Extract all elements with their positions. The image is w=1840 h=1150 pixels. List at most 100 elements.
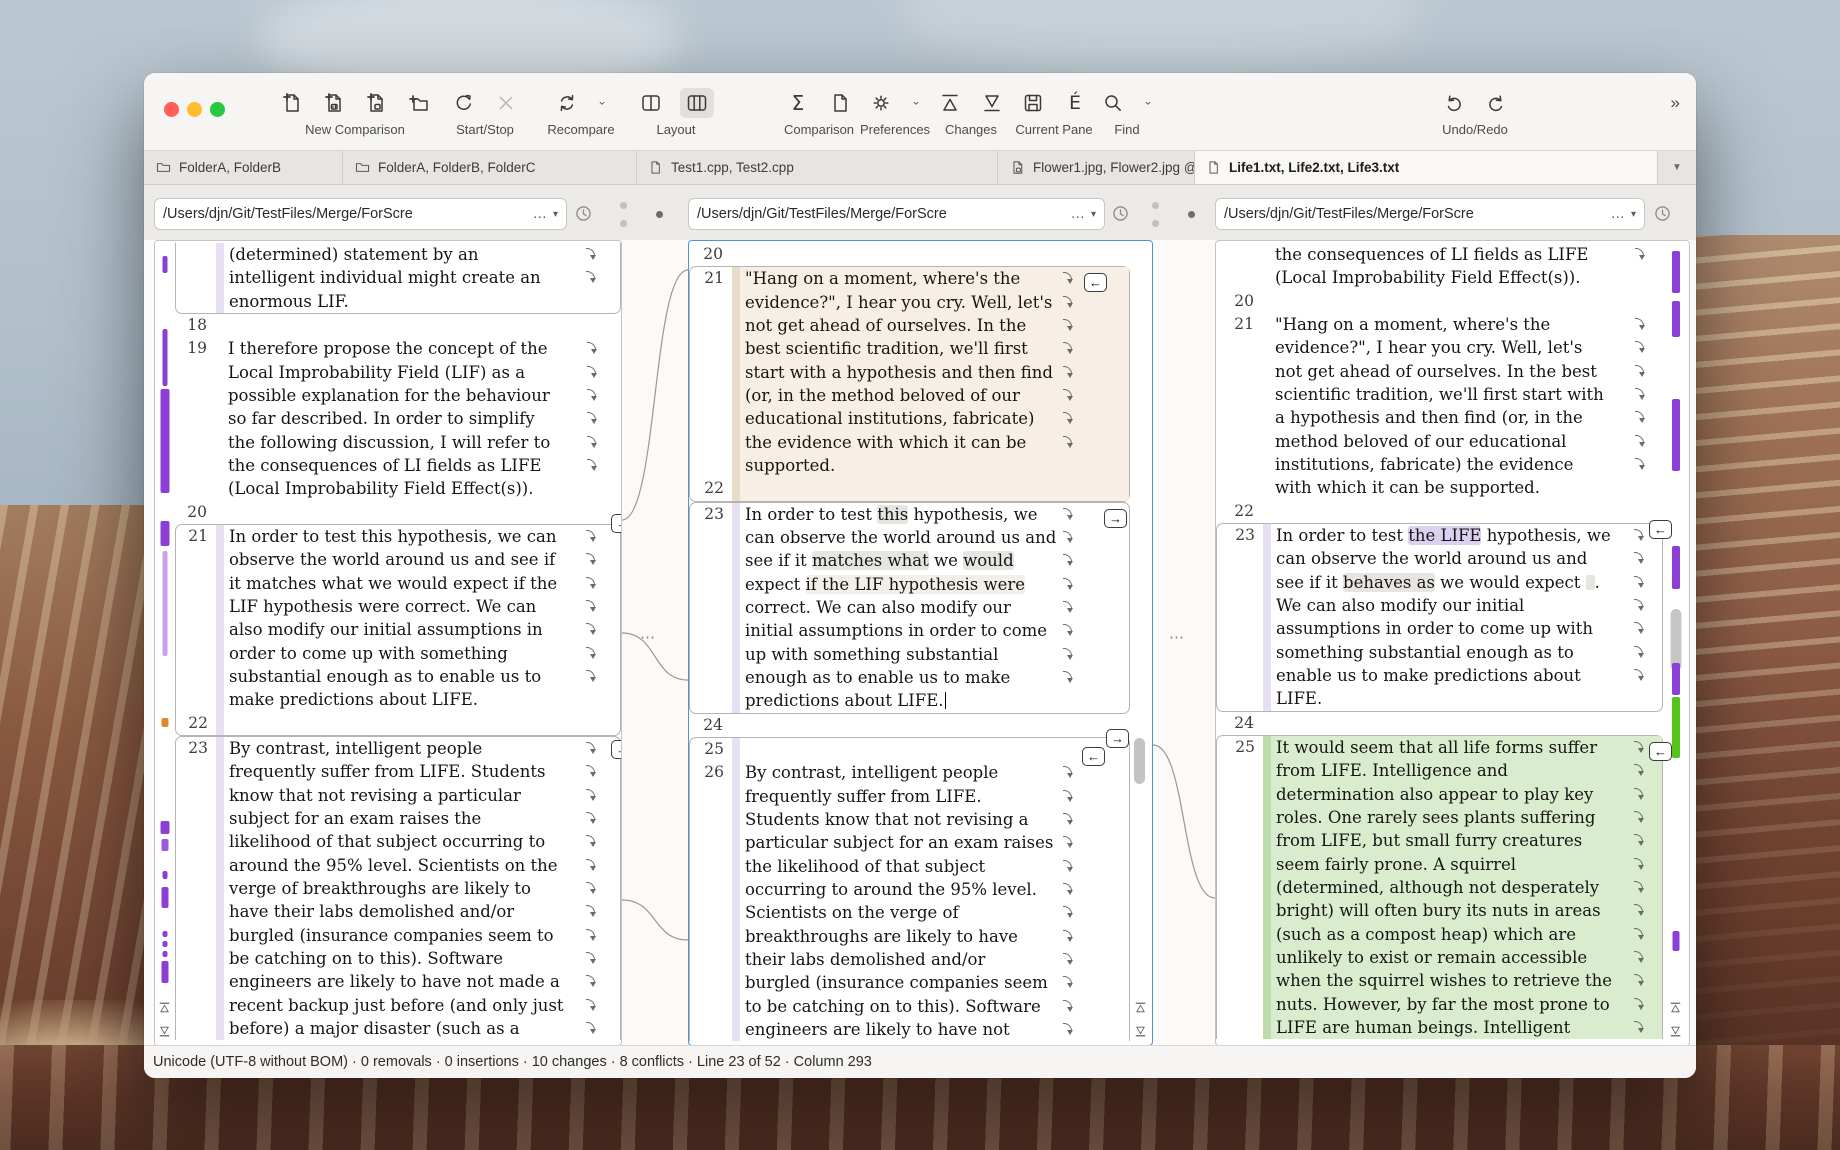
line-text[interactable]: frequently suffer from LIFE. [740, 785, 1129, 808]
line-text[interactable] [224, 712, 620, 735]
change-marker[interactable] [1672, 301, 1680, 337]
line-text[interactable]: so far described. In order to simplify [223, 407, 621, 430]
line-text[interactable] [1270, 712, 1663, 735]
tab-overflow-dropdown[interactable]: ▼ [1658, 151, 1696, 184]
line-text[interactable]: "Hang on a moment, where's the [1270, 313, 1663, 336]
previous-change-nav-icon[interactable] [1134, 1001, 1148, 1015]
line-text[interactable]: engineers are likely to have not made a [224, 970, 620, 993]
line-text[interactable]: LIF hypothesis were correct. We can [224, 595, 620, 618]
scrollbar-thumb[interactable] [1134, 738, 1145, 784]
start-icon[interactable] [451, 90, 477, 116]
line-text[interactable] [739, 714, 1130, 737]
change-marker[interactable] [1672, 399, 1680, 471]
line-text[interactable]: correct. We can also modify our [740, 596, 1129, 619]
line-text[interactable]: the following discussion, I will refer t… [223, 431, 621, 454]
line-text[interactable]: know that not revising a particular [224, 784, 620, 807]
line-text[interactable] [740, 738, 1129, 761]
insertion-marker[interactable] [1672, 697, 1680, 758]
line-text[interactable]: educational institutions, fabricate) [740, 407, 1129, 430]
new-folder-comparison-icon[interactable] [405, 90, 431, 116]
line-text[interactable]: LIFE are human beings. Intelligent [1271, 1016, 1662, 1039]
save-icon[interactable] [1020, 90, 1046, 116]
pane-link-dot[interactable] [620, 220, 627, 227]
path-dropdown-caret[interactable]: ▾ [553, 209, 558, 220]
gear-icon[interactable] [868, 90, 894, 116]
scrollbar[interactable] [1131, 241, 1151, 1045]
line-text[interactable]: In order to test this hypothesis, we can [224, 525, 620, 548]
tab-4[interactable]: Flower1.jpg, Flower2.jpg @ 100% [998, 151, 1195, 184]
minimize-button[interactable] [187, 102, 202, 117]
line-text[interactable]: burgled (insurance companies seem to [224, 924, 620, 947]
change-marker[interactable] [1671, 609, 1682, 671]
redo-icon[interactable] [1483, 90, 1509, 116]
line-text[interactable]: It would seem that all life forms suffer [1271, 736, 1662, 759]
pane-link-dot-active[interactable] [1188, 211, 1195, 218]
line-text[interactable]: seem fairly prone. A squirrel [1271, 853, 1662, 876]
history-icon[interactable] [573, 203, 594, 229]
line-text[interactable] [740, 477, 1129, 500]
previous-change-icon[interactable] [937, 90, 963, 116]
line-text[interactable]: evidence?", I hear you cry. Well, let's [1270, 336, 1663, 359]
previous-change-nav-icon[interactable] [1669, 1001, 1683, 1015]
line-text[interactable]: the likelihood of that subject [740, 855, 1129, 878]
line-text[interactable]: the consequences of LI fields as LIFE [223, 454, 621, 477]
line-text[interactable] [1270, 500, 1663, 523]
change-marker[interactable] [1672, 663, 1680, 695]
collapsed-changes-indicator[interactable]: ⋯ [1169, 628, 1186, 646]
tab-1[interactable]: FolderA, FolderB [144, 151, 343, 184]
line-text[interactable]: supported. [740, 454, 1129, 477]
line-text[interactable]: best scientific tradition, we'll first [740, 337, 1129, 360]
line-text[interactable]: see if it behaves as we would expect . [1271, 571, 1662, 594]
tab-2[interactable]: FolderA, FolderB, FolderC [343, 151, 637, 184]
line-text[interactable]: order to come up with something [224, 642, 620, 665]
tab-5[interactable]: Life1.txt, Life2.txt, Life3.txt [1195, 151, 1658, 184]
line-text[interactable]: Local Improbability Field (LIF) as a [223, 361, 621, 384]
file-path-field-3[interactable]: /Users/djn/Git/TestFiles/Merge/ForScre…▾ [1215, 198, 1645, 230]
line-text[interactable]: from LIFE, but small furry creatures [1271, 829, 1662, 852]
change-overview-strip[interactable] [155, 241, 175, 1045]
chevron-down-icon[interactable] [596, 90, 608, 116]
file-path-field-2[interactable]: /Users/djn/Git/TestFiles/Merge/ForScre…▾ [688, 198, 1105, 230]
line-text[interactable] [223, 314, 621, 337]
change-marker[interactable] [1672, 546, 1680, 589]
line-text[interactable]: particular subject for an exam raises [740, 831, 1129, 854]
line-text[interactable]: with which it can be supported. [1270, 476, 1663, 499]
line-text[interactable]: In order to test this hypothesis, we [740, 503, 1129, 526]
chevron-down-icon[interactable] [910, 90, 922, 116]
previous-change-nav-icon[interactable] [158, 1001, 172, 1015]
line-text[interactable]: likelihood of that subject occurring to [224, 830, 620, 853]
line-text[interactable]: to be catching on to this). Software [740, 995, 1129, 1018]
line-text[interactable]: enable us to make predictions about [1271, 664, 1662, 687]
line-text[interactable]: can observe the world around us and [1271, 547, 1662, 570]
next-change-nav-icon[interactable] [1134, 1025, 1148, 1039]
apply-change-right-button[interactable]: → [611, 740, 622, 759]
encoding-icon[interactable]: É [1062, 90, 1088, 116]
layout-three-pane-icon[interactable] [680, 88, 714, 118]
change-marker[interactable] [163, 941, 168, 947]
file-path-field-1[interactable]: /Users/djn/Git/TestFiles/Merge/ForScre…▾ [154, 198, 567, 230]
line-text[interactable]: frequently suffer from LIFE. Students [224, 760, 620, 783]
line-text[interactable]: their labs demolished and/or [740, 948, 1129, 971]
line-text[interactable]: it matches what we would expect if the [224, 572, 620, 595]
change-marker[interactable] [163, 329, 168, 386]
line-text[interactable]: We can also modify our initial [1271, 594, 1662, 617]
next-change-nav-icon[interactable] [1669, 1025, 1683, 1039]
line-text[interactable]: (or, in the method beloved of our [740, 384, 1129, 407]
line-text[interactable]: from LIFE. Intelligence and [1271, 759, 1662, 782]
stop-icon[interactable] [493, 90, 519, 116]
apply-change-right-button[interactable]: → [1106, 729, 1129, 748]
change-marker[interactable] [161, 521, 170, 546]
line-text[interactable]: (Local Improbability Field Effect(s)). [223, 477, 621, 500]
line-text[interactable]: By contrast, intelligent people [224, 737, 620, 760]
line-text[interactable]: method beloved of our educational [1270, 430, 1663, 453]
document-icon[interactable] [827, 90, 853, 116]
change-marker[interactable] [163, 951, 168, 957]
change-marker[interactable] [1672, 251, 1680, 293]
find-icon[interactable] [1100, 90, 1126, 116]
line-text[interactable]: recent backup just before (and only just [224, 994, 620, 1017]
change-marker[interactable] [163, 931, 168, 937]
line-text[interactable]: LIFE. [1271, 687, 1662, 710]
undo-icon[interactable] [1441, 90, 1467, 116]
line-text[interactable]: occurring to around the 95% level. [740, 878, 1129, 901]
line-text[interactable]: unlikely to exist or remain accessible [1271, 946, 1662, 969]
